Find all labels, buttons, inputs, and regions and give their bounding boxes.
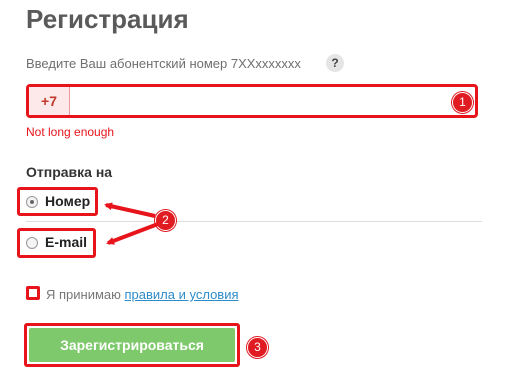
arrow-to-phone-option: [104, 202, 156, 218]
register-button[interactable]: Зарегистрироваться: [29, 328, 235, 362]
annotation-badge-3: 3: [247, 337, 268, 358]
agree-text: Я принимаю: [46, 287, 121, 302]
arrow-to-email-option: [106, 222, 159, 245]
terms-link[interactable]: правила и условия: [125, 287, 239, 302]
agree-checkbox[interactable]: [26, 286, 40, 300]
agree-text-line: Я принимаю правила и условия: [46, 287, 239, 302]
